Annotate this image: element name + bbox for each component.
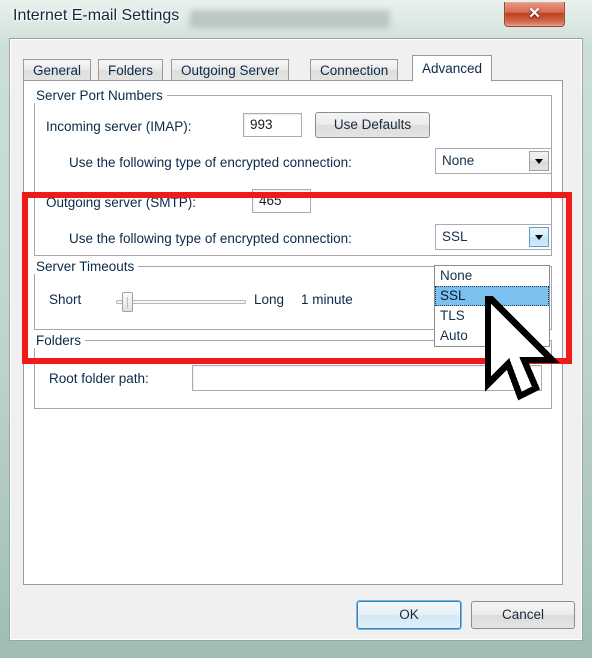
timeout-value-text: 1 minute — [301, 292, 353, 307]
ok-button[interactable]: OK — [357, 601, 461, 629]
dropdown-option-auto[interactable]: Auto — [435, 326, 549, 346]
group-line-left-folders — [34, 340, 35, 408]
use-defaults-button[interactable]: Use Defaults — [315, 112, 430, 138]
chevron-down-icon[interactable] — [529, 227, 549, 247]
group-line-bottom-ports — [34, 255, 552, 256]
label-incoming-encryption: Use the following type of encrypted conn… — [69, 155, 352, 170]
tab-outgoing-server[interactable]: Outgoing Server — [171, 59, 290, 81]
title-bar[interactable]: Internet E-mail Settings ✕ — [0, 0, 592, 40]
encryption-dropdown-list[interactable]: None SSL TLS Auto — [434, 265, 550, 347]
incoming-encryption-combo[interactable]: None — [435, 148, 552, 174]
label-incoming-server: Incoming server (IMAP): — [46, 119, 192, 134]
group-line-bottom-folders — [34, 408, 552, 409]
label-outgoing-server: Outgoing server (SMTP): — [46, 195, 197, 210]
group-label-server-port-numbers: Server Port Numbers — [34, 88, 167, 103]
label-timeout-short: Short — [49, 292, 82, 307]
group-line-right-ports — [551, 95, 552, 255]
timeout-slider-thumb[interactable] — [122, 292, 133, 312]
group-line-right-folders — [551, 340, 552, 408]
dropdown-option-ssl[interactable]: SSL — [435, 286, 549, 306]
dialog-window: Internet E-mail Settings ✕ General Folde… — [0, 0, 592, 658]
root-folder-path-input[interactable] — [192, 365, 542, 391]
timeout-slider-track[interactable] — [116, 300, 246, 304]
group-line-left-timeouts — [34, 266, 35, 329]
chevron-down-icon[interactable] — [529, 151, 549, 171]
outgoing-port-input[interactable]: 465 — [252, 189, 311, 213]
label-root-folder-path: Root folder path: — [49, 371, 149, 386]
close-icon[interactable]: ✕ — [504, 2, 565, 27]
window-title: Internet E-mail Settings — [13, 7, 180, 24]
incoming-port-input[interactable]: 993 — [243, 113, 302, 137]
dropdown-option-tls[interactable]: TLS — [435, 306, 549, 326]
tab-general[interactable]: General — [23, 59, 92, 81]
group-line-left-ports — [34, 95, 35, 255]
tab-folders[interactable]: Folders — [98, 59, 164, 81]
cancel-button[interactable]: Cancel — [471, 601, 575, 629]
tab-strip: General Folders Outgoing Server Connecti… — [23, 55, 563, 82]
group-label-folders: Folders — [34, 333, 86, 348]
group-label-server-timeouts: Server Timeouts — [34, 259, 139, 274]
dropdown-option-none[interactable]: None — [435, 266, 549, 286]
tab-advanced[interactable]: Advanced — [412, 55, 493, 82]
label-outgoing-encryption: Use the following type of encrypted conn… — [69, 231, 352, 246]
outgoing-encryption-value: SSL — [442, 229, 468, 244]
group-line-right-timeouts — [551, 266, 552, 329]
blurred-background-text — [190, 10, 390, 28]
close-glyph: ✕ — [528, 5, 541, 22]
outgoing-encryption-combo[interactable]: SSL — [435, 224, 552, 250]
incoming-encryption-value: None — [442, 153, 475, 168]
label-timeout-long: Long — [254, 292, 285, 307]
tab-connection[interactable]: Connection — [310, 59, 399, 81]
